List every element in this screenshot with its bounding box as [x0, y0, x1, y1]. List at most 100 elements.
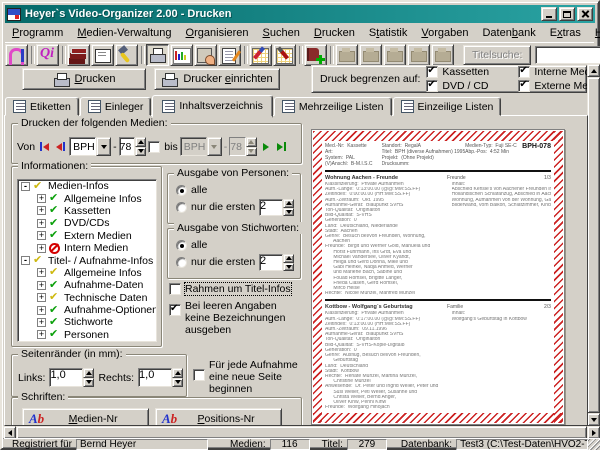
menu-item[interactable]: Datenbank	[475, 26, 542, 40]
tree-item-intern-medien[interactable]: Intern Medien	[18, 242, 156, 254]
tree-state-icon[interactable]	[49, 329, 62, 340]
menu-item[interactable]: Statistik	[362, 26, 415, 40]
tree-state-icon[interactable]	[49, 292, 62, 303]
menu-item[interactable]: Organisieren	[179, 26, 256, 40]
tree-expander-icon[interactable]	[37, 231, 46, 240]
title-bar[interactable]: Heyer`s Video-Organizer 2.00 - Drucken	[5, 5, 595, 23]
tree-item-aufnahme-daten[interactable]: Aufnahme-Daten	[18, 279, 156, 291]
tree-state-icon[interactable]	[33, 181, 46, 192]
tab-etiketten[interactable]: Etiketten	[5, 97, 79, 116]
tree-state-icon[interactable]	[33, 255, 46, 266]
tree-expander-icon[interactable]	[37, 293, 46, 302]
stichworte-ersten-radio[interactable]: nur die ersten	[176, 256, 255, 268]
rahmen-checkbox[interactable]: Rahmen um Titel-Infos	[169, 283, 300, 295]
stichworte-alle-radio[interactable]: alle	[176, 239, 207, 251]
first-media-button[interactable]	[37, 140, 51, 153]
checkbox-icon[interactable]	[426, 66, 438, 78]
links-margin-spinner[interactable]: 1,0	[49, 368, 94, 387]
tree-item-titel-aufnahme-infos[interactable]: Titel- / Aufnahme-Infos	[18, 254, 156, 266]
close-button[interactable]	[577, 7, 593, 21]
neue-seite-checkbox[interactable]: Für jede Aufnahme eine neue Seite beginn…	[193, 359, 303, 395]
media-archive-icon[interactable]	[67, 44, 90, 66]
tree-state-icon[interactable]	[49, 243, 62, 254]
cover-designer-icon[interactable]	[273, 44, 296, 66]
checkbox-icon[interactable]	[426, 80, 438, 92]
spin-down-icon[interactable]	[135, 147, 146, 157]
bis-checkbox[interactable]: bis	[148, 141, 177, 153]
from-prefix-combobox[interactable]: BPH	[69, 137, 111, 156]
vertical-scrollbar[interactable]	[587, 64, 600, 426]
menu-item[interactable]: Hilfe	[588, 26, 600, 40]
tree-item-medien-infos[interactable]: Medien-Infos	[18, 180, 156, 192]
tab-mehrzeilige-listen[interactable]: Mehrzeilige Listen	[274, 97, 392, 116]
tree-item-personen[interactable]: Personen	[18, 329, 156, 341]
from-number-spinner[interactable]: 78	[119, 137, 147, 156]
tree-item-stichworte[interactable]: Stichworte	[18, 316, 156, 328]
medien-nr-font-button[interactable]: Ab Medien-Nr	[22, 408, 149, 426]
personen-count-spinner[interactable]: 2	[259, 199, 294, 216]
tree-expander-icon[interactable]	[21, 182, 30, 191]
protocol-icon[interactable]	[218, 44, 241, 66]
tree-state-icon[interactable]	[49, 218, 62, 229]
tree-item-extern-medien[interactable]: Extern Medien	[18, 230, 156, 242]
index-cards-icon[interactable]	[91, 44, 114, 66]
tree-expander-icon[interactable]	[37, 206, 46, 215]
vertical-scrollbar-thumb[interactable]	[587, 77, 600, 413]
scroll-up-button[interactable]	[587, 64, 600, 77]
tree-state-icon[interactable]	[49, 230, 62, 241]
checkbox-icon[interactable]	[518, 80, 530, 92]
tree-state-icon[interactable]	[49, 305, 62, 316]
menu-item[interactable]: Medien-Verwaltung	[70, 26, 178, 40]
last-media-button[interactable]	[275, 140, 289, 153]
leere-angaben-checkbox[interactable]: Bei leeren Angaben keine Bezeichnungen a…	[169, 300, 302, 336]
personen-ersten-radio[interactable]: nur die ersten	[176, 201, 255, 213]
tab-einzeilige-listen[interactable]: Einzeilige Listen	[393, 97, 502, 116]
drucken-button[interactable]: Drucken	[22, 68, 146, 90]
positions-nr-font-button[interactable]: Ab Positions-Nr	[155, 408, 282, 426]
search-flashlight-icon[interactable]	[115, 44, 138, 66]
personen-alle-radio[interactable]: alle	[176, 184, 207, 196]
tree-state-icon[interactable]	[49, 205, 62, 216]
title-search-input[interactable]	[535, 46, 600, 64]
quick-info-icon[interactable]	[36, 44, 59, 66]
tab-einleger[interactable]: Einleger	[80, 97, 152, 116]
dropdown-arrow-icon[interactable]	[96, 137, 111, 156]
next-media-button[interactable]	[259, 140, 273, 153]
menu-item[interactable]: Vorgaben	[414, 26, 475, 40]
maximize-button[interactable]	[559, 7, 575, 21]
drucker-einrichten-button[interactable]: Drucker einrichten	[154, 68, 280, 90]
tree-expander-icon[interactable]	[37, 318, 46, 327]
menu-item[interactable]: Suchen	[256, 26, 307, 40]
resize-grip[interactable]	[588, 439, 600, 450]
tree-item-allgemeine-infos-2[interactable]: Allgemeine Infos	[18, 267, 156, 279]
spin-up-icon[interactable]	[135, 137, 146, 147]
checkbox-kassetten[interactable]: Kassetten	[426, 66, 514, 79]
statistics-icon[interactable]	[170, 44, 193, 66]
tree-expander-icon[interactable]	[37, 330, 46, 339]
menu-item[interactable]: Programm	[5, 26, 70, 40]
tree-item-dvd-cds[interactable]: DVD/CDs	[18, 217, 156, 229]
rechts-margin-spinner[interactable]: 1,0	[138, 368, 183, 387]
tree-item-allgemeine-infos[interactable]: Allgemeine Infos	[18, 192, 156, 204]
database-add-icon[interactable]	[304, 44, 327, 66]
menu-item[interactable]: Extras	[543, 26, 588, 40]
checkbox-icon[interactable]	[518, 66, 530, 78]
tree-state-icon[interactable]	[49, 317, 62, 328]
scroll-down-button[interactable]	[587, 413, 600, 426]
info-tree[interactable]: Medien-Infos Allgemeine Infos Kassetten	[17, 179, 157, 342]
tree-expander-icon[interactable]	[37, 306, 46, 315]
tab-inhaltsverzeichnis[interactable]: Inhaltsverzeichnis	[152, 95, 272, 118]
tree-expander-icon[interactable]	[37, 244, 46, 253]
minimize-button[interactable]	[541, 7, 557, 21]
tree-expander-icon[interactable]	[37, 281, 46, 290]
menu-item[interactable]: Drucken	[307, 26, 362, 40]
tree-state-icon[interactable]	[49, 280, 62, 291]
stichworte-count-spinner[interactable]: 2	[259, 254, 294, 271]
previous-media-button[interactable]	[53, 140, 67, 153]
options-icon[interactable]	[194, 44, 217, 66]
tree-item-technische-daten[interactable]: Technische Daten	[18, 292, 156, 304]
tree-expander-icon[interactable]	[37, 194, 46, 203]
tree-state-icon[interactable]	[49, 267, 62, 278]
exit-icon[interactable]	[5, 44, 28, 66]
label-designer-icon[interactable]	[249, 44, 272, 66]
